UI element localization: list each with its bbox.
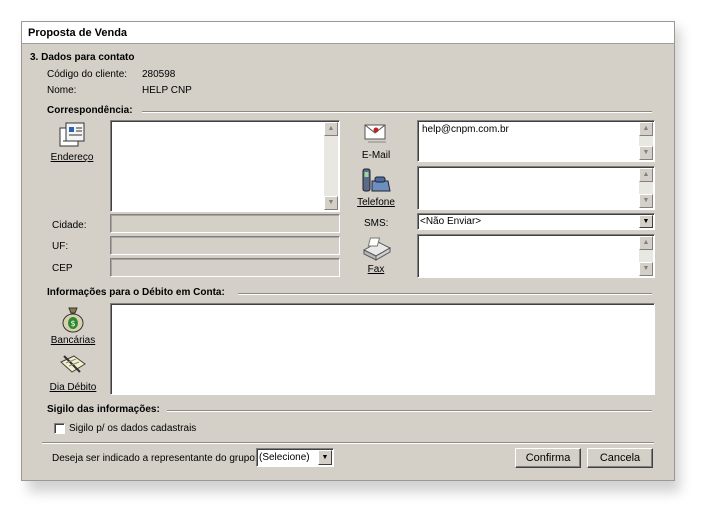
cancela-button[interactable]: Cancela <box>587 448 653 468</box>
sms-value: <Não Enviar> <box>420 216 482 227</box>
fax-icon[interactable] <box>362 236 392 262</box>
svg-text:$: $ <box>70 319 75 328</box>
sigilo-checkbox-label[interactable]: Sigilo p/ os dados cadastrais <box>69 423 196 434</box>
fax-label-text: Fax <box>367 264 385 275</box>
calendar-pen-icon[interactable] <box>58 352 88 378</box>
email-label[interactable]: E-Mail <box>346 150 406 161</box>
divider <box>238 293 652 295</box>
proposta-window: Proposta de Venda 3. Dados para contato … <box>21 21 675 481</box>
endereco-scrollbar[interactable]: ▲ ▼ <box>324 122 338 210</box>
email-value: help@cnpm.com.br <box>422 124 509 135</box>
dropdown-arrow-icon[interactable]: ▼ <box>639 215 653 228</box>
uf-field <box>110 236 340 255</box>
codigo-value: 280598 <box>142 69 176 80</box>
grupo-question: Deseja ser indicado a representante do g… <box>52 453 258 464</box>
scroll-up-icon[interactable]: ▲ <box>639 236 653 250</box>
codigo-label: Código do cliente: <box>47 69 128 80</box>
sms-select[interactable]: <Não Enviar> ▼ <box>417 213 655 230</box>
correspondencia-heading: Correspondência: <box>47 105 133 116</box>
divider <box>42 442 654 444</box>
bancarias-label-text: Bancárias <box>50 335 96 346</box>
fax-label[interactable]: Fax <box>346 264 406 275</box>
debito-heading: Informações para o Débito em Conta: <box>47 287 225 298</box>
fax-scrollbar[interactable]: ▲ ▼ <box>639 236 653 276</box>
scroll-down-icon[interactable]: ▼ <box>639 146 653 160</box>
grupo-select[interactable]: (Selecione) ▼ <box>256 448 334 467</box>
dia-debito-label[interactable]: Dia Débito <box>42 382 104 393</box>
dia-debito-label-text: Dia Débito <box>49 382 97 393</box>
nome-value: HELP CNP <box>142 85 192 96</box>
cidade-field <box>110 214 340 233</box>
divider <box>142 111 652 113</box>
window-title: Proposta de Venda <box>28 27 128 39</box>
money-bag-icon[interactable]: $ <box>60 305 86 333</box>
scroll-up-icon[interactable]: ▲ <box>639 122 653 136</box>
email-scrollbar[interactable]: ▲ ▼ <box>639 122 653 160</box>
confirma-button[interactable]: Confirma <box>515 448 581 468</box>
grupo-select-value: (Selecione) <box>259 452 310 463</box>
sigilo-checkbox[interactable] <box>54 423 65 434</box>
cep-label: CEP <box>52 263 73 274</box>
telefone-label-text: Telefone <box>357 197 395 208</box>
scroll-down-icon[interactable]: ▼ <box>639 194 653 208</box>
scroll-up-icon[interactable]: ▲ <box>639 168 653 182</box>
debito-panel[interactable] <box>110 303 655 395</box>
phone-icon[interactable] <box>360 167 392 195</box>
bancarias-label[interactable]: Bancárias <box>42 335 104 346</box>
scroll-up-icon[interactable]: ▲ <box>324 122 338 136</box>
email-textarea[interactable]: help@cnpm.com.br ▲ ▼ <box>417 120 655 162</box>
fax-textarea[interactable]: ▲ ▼ <box>417 234 655 278</box>
dropdown-arrow-icon[interactable]: ▼ <box>318 450 332 465</box>
sigilo-heading: Sigilo das informações: <box>47 404 160 415</box>
nome-label: Nome: <box>47 85 77 96</box>
telefone-textarea[interactable]: ▲ ▼ <box>417 166 655 210</box>
scroll-down-icon[interactable]: ▼ <box>324 196 338 210</box>
divider <box>167 410 652 412</box>
email-label-text: E-Mail <box>361 150 391 161</box>
sms-label: SMS: <box>364 218 389 229</box>
telefone-label[interactable]: Telefone <box>346 197 406 208</box>
title-bar: Proposta de Venda <box>22 22 674 44</box>
email-icon[interactable] <box>362 122 390 146</box>
cep-field <box>110 258 340 277</box>
endereco-textarea[interactable]: ▲ ▼ <box>110 120 340 212</box>
cidade-label: Cidade: <box>52 220 87 231</box>
endereco-label-text: Endereço <box>50 152 94 163</box>
section-heading: 3. Dados para contato <box>30 52 135 63</box>
address-book-icon[interactable] <box>56 120 88 150</box>
uf-label: UF: <box>52 241 69 252</box>
scroll-down-icon[interactable]: ▼ <box>639 262 653 276</box>
endereco-label[interactable]: Endereço <box>42 152 102 163</box>
telefone-scrollbar[interactable]: ▲ ▼ <box>639 168 653 208</box>
